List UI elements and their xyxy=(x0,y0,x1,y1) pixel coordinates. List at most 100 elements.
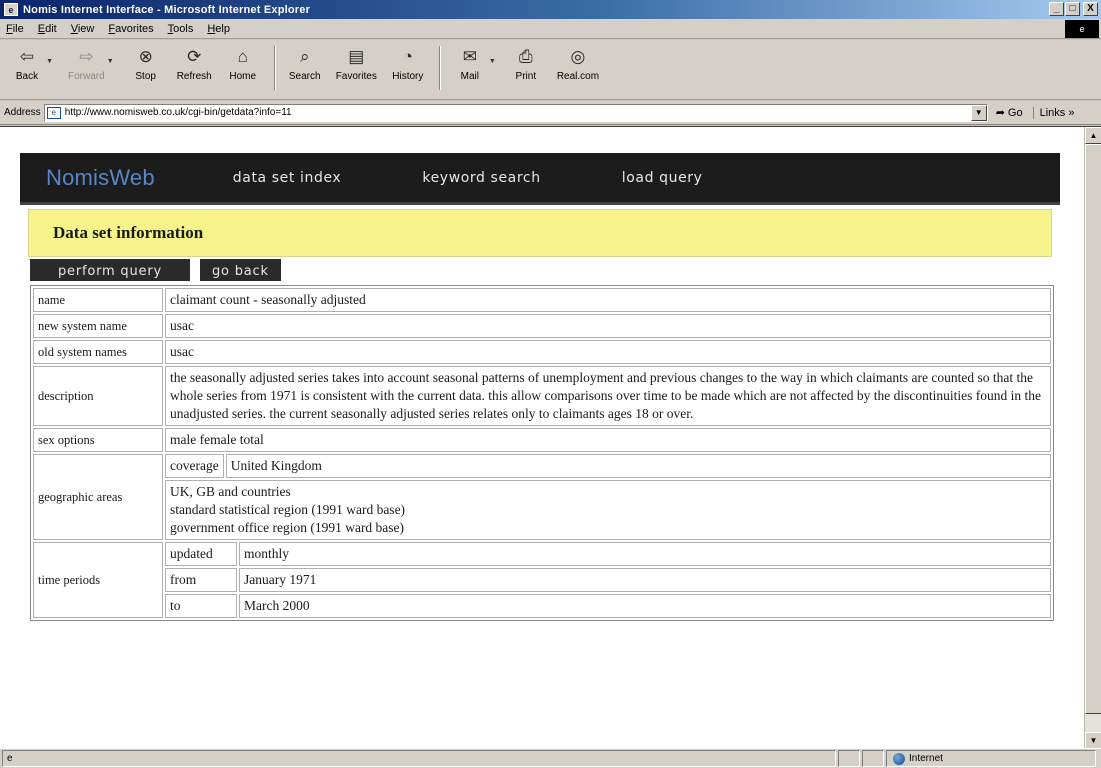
back-button[interactable]: ⇦ Back ▼ xyxy=(10,46,53,82)
address-dropdown-icon[interactable]: ▼ xyxy=(970,104,987,121)
from-label: from xyxy=(165,568,237,592)
search-button[interactable]: ⌕ Search xyxy=(288,46,322,82)
action-buttons: perform query go back xyxy=(30,259,1060,281)
menu-favorites[interactable]: Favorites xyxy=(108,23,153,35)
updated-label: updated xyxy=(165,542,237,566)
forward-button[interactable]: ⇨ Forward ▼ xyxy=(68,46,114,82)
new-system-name-value: usac xyxy=(165,314,1051,338)
stop-button[interactable]: ⊗ Stop xyxy=(129,46,163,82)
geographic-areas-stack: coverage United Kingdom UK, GB and count… xyxy=(165,454,1051,540)
site-header: NomisWeb data set index keyword search l… xyxy=(20,153,1060,205)
realcom-icon: ◎ xyxy=(570,47,586,66)
links-chevron-icon: » xyxy=(1068,106,1075,119)
address-bar: Address e http://www.nomisweb.co.uk/cgi-… xyxy=(0,101,1101,125)
links-label: Links xyxy=(1039,106,1066,119)
menu-tools[interactable]: Tools xyxy=(168,23,194,35)
realcom-button[interactable]: ◎ Real.com xyxy=(557,46,599,82)
security-zone-panel: Internet xyxy=(886,750,1096,767)
old-system-names-label: old system names xyxy=(33,340,163,364)
table-row: name claimant count - seasonally adjuste… xyxy=(33,288,1051,312)
table-row: old system names usac xyxy=(33,340,1051,364)
refresh-icon: ⟳ xyxy=(187,47,202,66)
refresh-button[interactable]: ⟳ Refresh xyxy=(177,46,212,82)
standard-toolbar: ⇦ Back ▼ ⇨ Forward ▼ ⊗ Stop ⟳ Refresh ⌂ … xyxy=(0,40,1101,100)
to-value: March 2000 xyxy=(239,594,1051,618)
mail-label: Mail xyxy=(460,71,479,82)
table-row: description the seasonally adjusted seri… xyxy=(33,366,1051,426)
name-label: name xyxy=(33,288,163,312)
print-button[interactable]: ⎙ Print xyxy=(509,46,543,82)
description-label: description xyxy=(33,366,163,426)
menu-bar: File Edit View Favorites Tools Help e xyxy=(0,19,1101,39)
address-url[interactable]: http://www.nomisweb.co.uk/cgi-bin/getdat… xyxy=(65,107,292,118)
address-input[interactable]: e http://www.nomisweb.co.uk/cgi-bin/getd… xyxy=(43,103,988,122)
go-button[interactable]: ➦ Go xyxy=(995,106,1023,120)
sex-options-value: male female total xyxy=(165,428,1051,452)
sex-options-label: sex options xyxy=(33,428,163,452)
list-item: government office region (1991 ward base… xyxy=(170,520,405,535)
refresh-label: Refresh xyxy=(176,71,212,82)
home-icon: ⌂ xyxy=(237,47,248,66)
geographic-areas-cell: coverage United Kingdom UK, GB and count… xyxy=(165,454,1051,540)
menu-view[interactable]: View xyxy=(71,23,95,35)
go-label: Go xyxy=(1007,106,1023,119)
nomis-page: NomisWeb data set index keyword search l… xyxy=(20,153,1060,621)
status-text-panel: e xyxy=(2,750,836,767)
list-item: UK, GB and countries xyxy=(170,484,291,499)
home-button[interactable]: ⌂ Home xyxy=(226,46,260,82)
toolbar-separator xyxy=(438,46,441,90)
home-label: Home xyxy=(229,71,257,82)
favorites-icon: ▤ xyxy=(348,47,365,66)
menu-help[interactable]: Help xyxy=(207,23,230,35)
menu-edit[interactable]: Edit xyxy=(38,23,57,35)
scroll-thumb[interactable] xyxy=(1085,144,1101,714)
ie-app-icon[interactable]: e xyxy=(4,3,18,16)
status-secure-panel xyxy=(862,750,884,767)
back-dropdown-icon[interactable]: ▼ xyxy=(46,58,53,65)
forward-dropdown-icon[interactable]: ▼ xyxy=(107,58,114,65)
scroll-up-icon[interactable]: ▲ xyxy=(1085,127,1101,144)
go-arrow-icon: ➦ xyxy=(995,107,1005,119)
areas-list: UK, GB and countries standard statistica… xyxy=(165,480,1051,540)
links-button[interactable]: Links » xyxy=(1032,106,1075,119)
toolbar-separator xyxy=(273,46,276,90)
old-system-names-value: usac xyxy=(165,340,1051,364)
mail-icon: ✉ xyxy=(462,47,477,66)
menu-file[interactable]: File xyxy=(6,23,24,35)
print-icon: ⎙ xyxy=(519,47,533,66)
favorites-button[interactable]: ▤ Favorites xyxy=(336,46,377,82)
time-periods-label: time periods xyxy=(33,542,163,618)
nomisweb-logo[interactable]: NomisWeb xyxy=(46,165,155,191)
dataset-info-table: name claimant count - seasonally adjuste… xyxy=(30,285,1054,621)
page-done-icon: e xyxy=(7,753,13,764)
maximize-button[interactable]: □ xyxy=(1065,2,1080,16)
page-title: Data set information xyxy=(53,223,204,242)
table-row: time periods updated monthly from Januar… xyxy=(33,542,1051,618)
section-heading-bar: Data set information xyxy=(28,209,1052,257)
search-label: Search xyxy=(288,71,321,82)
back-arrow-icon: ⇦ xyxy=(19,47,35,66)
nav-keyword-search[interactable]: keyword search xyxy=(422,170,540,186)
perform-query-button[interactable]: perform query xyxy=(30,259,190,281)
to-label: to xyxy=(165,594,237,618)
window-titlebar[interactable]: e Nomis Internet Interface - Microsoft I… xyxy=(0,0,1101,19)
search-icon: ⌕ xyxy=(299,47,310,66)
from-row: from January 1971 xyxy=(165,568,1051,592)
updated-value: monthly xyxy=(239,542,1051,566)
go-back-button[interactable]: go back xyxy=(199,259,281,281)
forward-arrow-icon: ⇨ xyxy=(79,47,94,66)
mail-button[interactable]: ✉ Mail ▼ xyxy=(453,46,496,82)
nav-load-query[interactable]: load query xyxy=(622,170,703,186)
status-progress-panel xyxy=(838,750,860,767)
mail-dropdown-icon[interactable]: ▼ xyxy=(489,58,496,65)
time-periods-cell: updated monthly from January 1971 to Mar… xyxy=(165,542,1051,618)
status-bar: e Internet xyxy=(0,748,1101,768)
minimize-button[interactable]: _ xyxy=(1049,2,1064,16)
nav-data-set-index[interactable]: data set index xyxy=(233,170,342,186)
vertical-scrollbar[interactable]: ▲ ▼ xyxy=(1084,127,1101,749)
history-button[interactable]: ◔ History xyxy=(391,46,425,82)
site-nav: data set index keyword search load query xyxy=(233,170,781,186)
scroll-down-icon[interactable]: ▼ xyxy=(1085,732,1101,749)
new-system-name-label: new system name xyxy=(33,314,163,338)
close-button[interactable]: X xyxy=(1083,2,1098,16)
